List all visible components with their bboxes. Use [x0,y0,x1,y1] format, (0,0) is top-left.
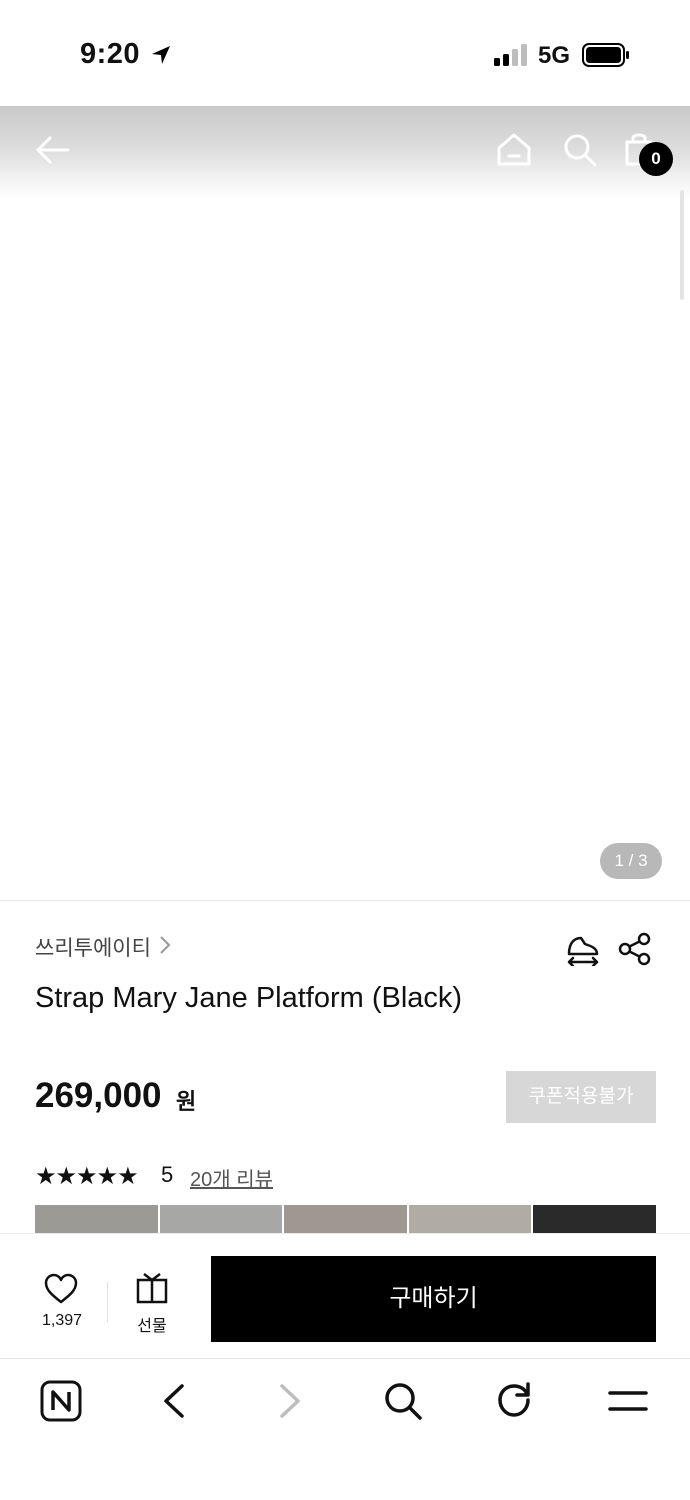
battery-icon [582,43,629,67]
heart-icon[interactable] [44,1273,78,1305]
home-icon[interactable] [496,132,532,166]
back-arrow-icon[interactable] [34,134,70,166]
gift-icon[interactable] [136,1272,168,1304]
image-pager: 1 / 3 [600,843,662,879]
buy-button[interactable]: 구매하기 [211,1256,656,1342]
browser-toolbar [0,1358,690,1500]
review-thumbnail[interactable] [159,1205,283,1233]
review-thumbnail[interactable] [408,1205,532,1233]
gift-label[interactable]: 선물 [134,1312,170,1336]
star-rating-icon: ★★★★★ [35,1163,139,1190]
status-bar: 9:20 5G [0,0,690,106]
separator [107,1282,108,1322]
naver-home-icon[interactable] [40,1380,82,1422]
refresh-icon[interactable] [494,1380,536,1422]
brand-link[interactable]: 쓰리투에이티 [35,932,151,962]
price-currency: 원 [176,1089,197,1114]
product-title: Strap Mary Jane Platform (Black) [35,982,463,1014]
review-thumbnail[interactable] [533,1205,656,1233]
like-count: 1,397 [41,1312,83,1329]
status-time: 9:20 [80,38,141,70]
chevron-right-icon[interactable] [158,934,172,956]
location-arrow-icon [152,46,170,64]
menu-icon[interactable] [607,1380,649,1422]
network-type: 5G [538,42,571,69]
review-link[interactable]: 20개 리뷰 [190,1163,273,1192]
cart-count-badge[interactable]: 0 [639,142,673,176]
product-image[interactable] [0,106,690,900]
search-icon[interactable] [562,132,598,168]
browser-forward-icon[interactable] [268,1380,310,1422]
review-thumbnail[interactable] [35,1205,158,1233]
signal-icon [494,44,527,66]
browser-search-icon[interactable] [382,1380,424,1422]
review-thumbnails [35,1205,656,1233]
review-thumbnail[interactable] [284,1205,407,1233]
browser-back-icon[interactable] [154,1380,196,1422]
share-icon[interactable] [618,932,652,966]
scrollbar[interactable] [680,190,684,300]
rating-value: 5 [161,1162,174,1187]
coupon-unavailable-button: 쿠폰적용불가 [506,1071,656,1123]
shoe-image [85,591,605,856]
price-value: 269,000 [35,1076,162,1115]
size-guide-icon[interactable] [565,932,601,966]
divider [0,900,690,901]
